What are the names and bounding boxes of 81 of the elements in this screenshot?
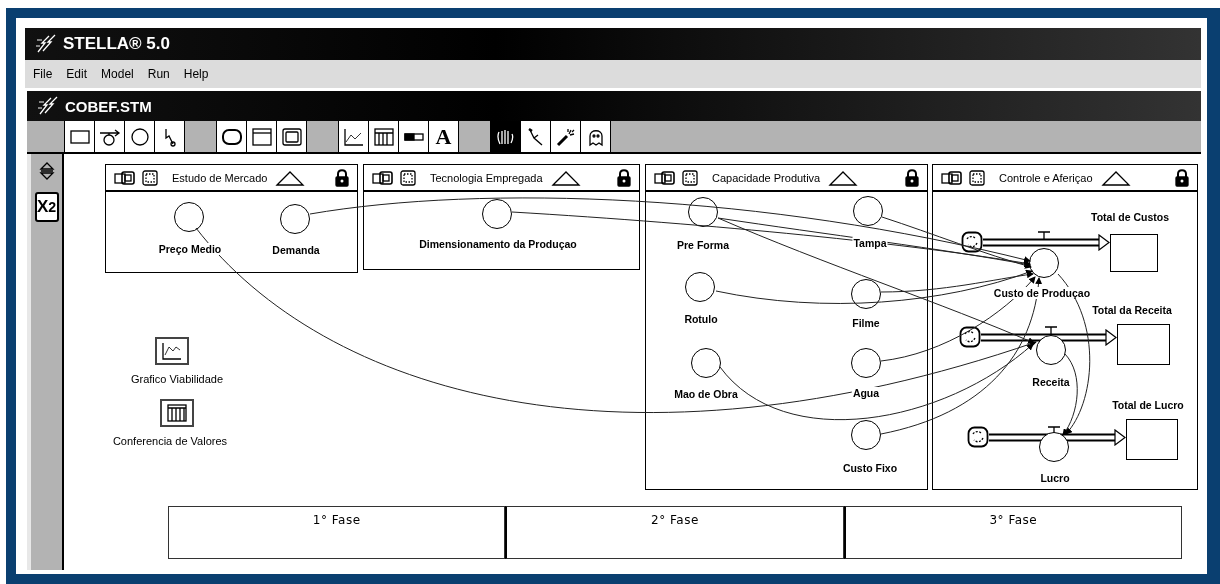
tool-button[interactable] (521, 121, 551, 152)
node-label: Custo Fixo (841, 462, 899, 474)
button-label: Conferencia de Valores (112, 435, 228, 447)
triangle-icon (275, 169, 306, 186)
table-button[interactable] (160, 399, 194, 427)
window-icon (249, 125, 274, 148)
tool-button[interactable] (551, 121, 581, 152)
node-label: Agua (851, 387, 881, 399)
double-square-icon (372, 170, 394, 185)
triangle-icon (1100, 169, 1131, 186)
sector-title: Tecnologia Empregada (430, 171, 543, 184)
node-label: Demanda (271, 244, 321, 256)
double-square-icon (941, 170, 963, 185)
node-label: Total da Receita (1091, 304, 1173, 316)
tool-button[interactable] (369, 121, 399, 152)
tool-button[interactable] (581, 121, 611, 152)
double-square-icon (654, 170, 676, 185)
tool-button[interactable] (155, 121, 185, 152)
cloud-icon (961, 231, 983, 253)
stock-box[interactable] (1110, 234, 1158, 272)
button-label: Grafico Viabilidade (130, 373, 224, 385)
document-title: COBEF.STM (65, 97, 152, 115)
node-label: Lucro (1039, 472, 1071, 484)
lock-icon (1175, 168, 1189, 187)
bolt-icon (35, 34, 57, 54)
lock-icon (335, 168, 349, 187)
up-down-arrows-icon (37, 161, 56, 181)
graph-button[interactable] (155, 337, 189, 365)
table-icon (165, 403, 189, 423)
tool-button[interactable] (277, 121, 307, 152)
cloud-icon (959, 326, 981, 348)
tool-button[interactable] (217, 121, 247, 152)
node-label: Pre Forma (676, 239, 730, 251)
graph-icon (160, 341, 184, 361)
bolt-icon (37, 96, 59, 116)
dotted-square-icon (682, 169, 698, 186)
sector-title: Estudo de Mercado (172, 171, 268, 184)
app-title: STELLA® 5.0 (63, 34, 170, 54)
node-label: Total de Custos (1090, 211, 1170, 223)
dotted-square-icon (142, 169, 158, 186)
node-label: Dimensionamento da Produçao (418, 238, 578, 250)
frame-icon (279, 125, 304, 148)
lock-icon (617, 168, 631, 187)
double-square-icon (114, 170, 136, 185)
tool-button[interactable]: A (429, 121, 459, 152)
stock-box[interactable] (1117, 324, 1170, 365)
node-label: Receita (1031, 376, 1071, 388)
cloud-icon (967, 426, 989, 448)
valve-icon (1044, 326, 1058, 334)
lock-icon (905, 168, 919, 187)
dotted-square-icon (969, 169, 985, 186)
node-label: Tampa (852, 237, 888, 249)
table-icon (371, 125, 396, 148)
sector-title: Capacidade Produtiva (712, 171, 821, 184)
menu-item[interactable]: File (33, 67, 53, 81)
triangle-icon (550, 169, 581, 186)
sector-title: Controle e Aferiçao (999, 171, 1093, 184)
phase-button[interactable]: 3° Fase (843, 506, 1182, 559)
tool-button[interactable] (399, 121, 429, 152)
phase-button[interactable]: 2° Fase (505, 506, 844, 559)
menu-item[interactable]: Model (101, 67, 134, 81)
node-label: Total de Lucro (1111, 399, 1185, 411)
phase-button[interactable]: 1° Fase (168, 506, 506, 559)
dotted-square-icon (400, 169, 416, 186)
tool-button[interactable] (125, 121, 155, 152)
tool-button[interactable] (95, 121, 125, 152)
node-label: Mao de Obra (673, 388, 739, 400)
menu-item[interactable]: Run (147, 67, 170, 81)
menu-item[interactable]: Help (183, 67, 209, 81)
stock-box[interactable] (1126, 419, 1178, 460)
tool-button[interactable] (339, 121, 369, 152)
node-label: Rotulo (683, 313, 719, 325)
triangle-icon (828, 169, 859, 186)
node-label: Filme (851, 317, 881, 329)
tool-button[interactable] (247, 121, 277, 152)
node-label: Preço Medio (157, 243, 223, 255)
tool-button[interactable] (491, 121, 521, 152)
valve-icon (1037, 231, 1051, 239)
node-label: Custo de Produçao (992, 287, 1092, 299)
menu-item[interactable]: Edit (66, 67, 88, 81)
tool-button[interactable] (65, 121, 95, 152)
